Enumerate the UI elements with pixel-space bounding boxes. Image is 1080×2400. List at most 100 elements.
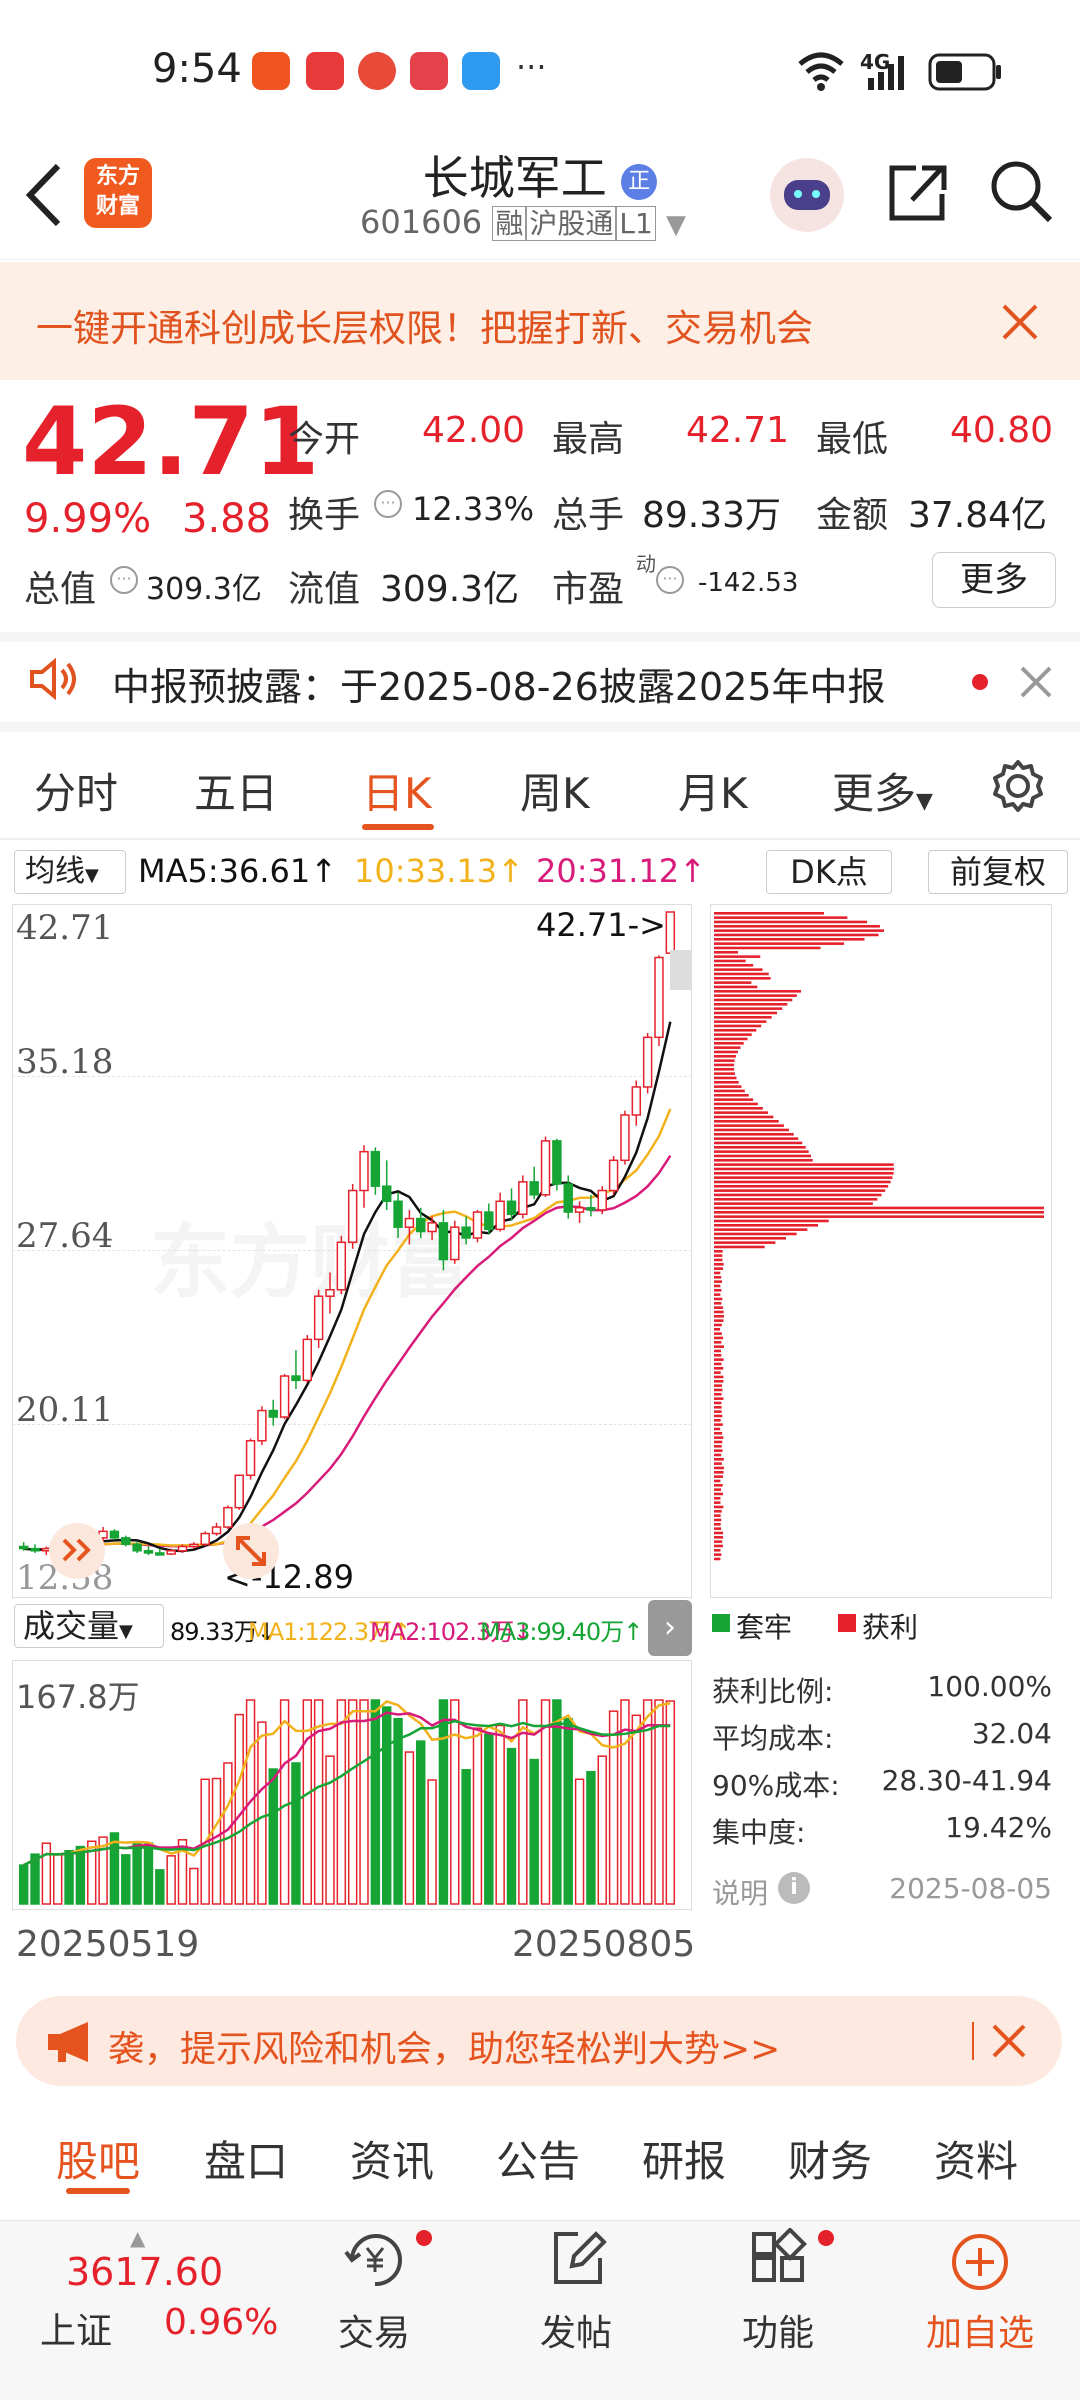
volume-chart[interactable] (12, 1660, 692, 1910)
volume-bar (485, 1734, 493, 1904)
volume-bar (439, 1700, 447, 1904)
volume-bar (269, 1769, 277, 1904)
index-name[interactable]: 上证 (40, 2302, 112, 2354)
info-icon[interactable]: ··· (374, 490, 402, 518)
compose-post-icon[interactable] (548, 2228, 608, 2288)
float-value: 309.3亿 (380, 560, 519, 612)
post-label[interactable]: 发帖 (526, 2304, 626, 2356)
chip-bar (714, 1328, 720, 1331)
chip-bar (714, 990, 801, 993)
chip-bar (714, 1241, 775, 1244)
stock-code: 601606 (360, 203, 482, 241)
chip-bar (714, 1267, 723, 1270)
add-watchlist-label[interactable]: 加自选 (914, 2304, 1046, 2356)
chip-bar (714, 1246, 765, 1249)
chip-bar (714, 1406, 722, 1409)
close-icon[interactable] (1000, 302, 1040, 342)
avg-cost-value: 32.04 (860, 1717, 1052, 1750)
stock-code-row[interactable]: 601606 融沪股通 L1 ▼ (360, 202, 686, 242)
promo-text[interactable]: 一键开通科创成长层权限！把握打新、交易机会 (36, 298, 813, 352)
chip-bar (714, 1402, 721, 1405)
chip-bar (714, 1263, 724, 1266)
chip-bar (714, 1003, 787, 1006)
chip-bar (714, 1228, 807, 1231)
chip-bar (714, 1367, 723, 1370)
more-notifications: ··· (516, 48, 547, 86)
add-watchlist-icon[interactable] (950, 2232, 1010, 2292)
info-icon[interactable]: ··· (110, 566, 138, 594)
close-icon[interactable] (1018, 664, 1054, 700)
tab-announcements[interactable]: 公告 (496, 2128, 580, 2189)
tab-news[interactable]: 资讯 (350, 2128, 434, 2189)
close-icon[interactable] (990, 2022, 1028, 2060)
chip-bar (714, 1098, 753, 1101)
functions-label[interactable]: 功能 (728, 2304, 828, 2356)
adjust-button[interactable]: 前复权 (928, 850, 1068, 894)
chevron-right-icon[interactable]: › (648, 1600, 692, 1656)
chip-bar (714, 1233, 797, 1236)
tab-daily-k[interactable]: 日K (362, 760, 432, 821)
divider (972, 2022, 974, 2060)
settings-gear-icon[interactable] (990, 758, 1046, 814)
assistant-robot-icon[interactable] (770, 158, 844, 232)
chip-bar (714, 1397, 723, 1400)
expand-arrows-icon[interactable] (44, 1520, 110, 1582)
avg-cost-label: 平均成本: (712, 1717, 833, 1757)
trade-label[interactable]: 交易 (324, 2304, 424, 2356)
chip-bar (714, 1293, 720, 1296)
tab-financials[interactable]: 财务 (788, 2128, 872, 2189)
index-change[interactable]: 0.96% (164, 2302, 278, 2343)
volume-bar (553, 1700, 561, 1904)
chip-bar (714, 1532, 723, 1535)
candle-body (31, 1549, 39, 1551)
ma-selector[interactable]: 均线▼ (14, 850, 126, 894)
tab-five-day[interactable]: 五日 (194, 760, 278, 821)
notice-text[interactable]: 中报预披露：于2025-08-26披露2025年中报 (112, 656, 886, 711)
chip-bar (714, 942, 844, 945)
candle-body (485, 1212, 493, 1229)
fullscreen-icon[interactable] (220, 1520, 282, 1582)
chip-bar (714, 1107, 763, 1110)
tab-forum[interactable]: 股吧 (56, 2128, 140, 2189)
tab-weekly-k[interactable]: 周K (520, 760, 590, 821)
candle-body (383, 1186, 391, 1201)
tab-market-depth[interactable]: 盘口 (204, 2128, 288, 2189)
candle-body (281, 1376, 289, 1417)
date-end: 20250805 (512, 1924, 695, 1965)
volume-selector[interactable]: 成交量▼ (14, 1604, 164, 1648)
chip-bar (714, 1449, 723, 1452)
amount-label: 金额 (816, 486, 888, 538)
date-start: 20250519 (16, 1924, 199, 1965)
tab-intraday[interactable]: 分时 (34, 760, 118, 821)
note-label[interactable]: 说明 (712, 1872, 768, 1912)
chip-bar (714, 1224, 818, 1227)
tab-monthly-k[interactable]: 月K (678, 760, 748, 821)
info-icon[interactable]: ··· (656, 566, 684, 594)
chip-bar (714, 1064, 734, 1067)
index-value[interactable]: 3617.60 (66, 2250, 223, 2294)
candle-body (110, 1531, 118, 1537)
chip-bar (714, 1103, 758, 1106)
kline-chart[interactable] (12, 904, 692, 1598)
more-button[interactable]: 更多 (932, 552, 1056, 608)
scroll-handle[interactable] (670, 950, 692, 990)
tab-profile[interactable]: 资料 (934, 2128, 1018, 2189)
trade-yuan-icon[interactable] (340, 2228, 410, 2292)
chip-bar (714, 1467, 724, 1470)
share-icon[interactable] (886, 160, 950, 226)
ad-text[interactable]: 袭，提示风险和机会，助您轻松判大势>> (108, 2020, 780, 2072)
active-tab-indicator (66, 2188, 130, 2194)
candle-body (655, 958, 663, 1038)
chip-bar (714, 1337, 723, 1340)
chip-bar (714, 1094, 749, 1097)
dk-point-button[interactable]: DK点 (766, 850, 892, 894)
tab-more[interactable]: 更多▼ (832, 760, 933, 821)
functions-grid-icon[interactable] (748, 2228, 808, 2288)
notification-dot (818, 2230, 834, 2246)
info-icon[interactable]: i (778, 1872, 810, 1904)
volume-ma20-line (24, 1721, 671, 1865)
volume-bar (122, 1855, 130, 1904)
search-icon[interactable] (988, 158, 1054, 226)
chip-bar (714, 951, 738, 954)
tab-research[interactable]: 研报 (642, 2128, 726, 2189)
